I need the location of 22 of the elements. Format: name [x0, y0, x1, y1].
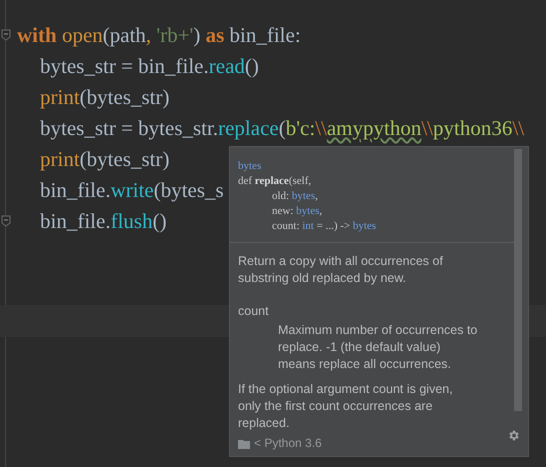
signature-line: bytes — [238, 160, 262, 172]
fold-marker-icon[interactable] — [1, 29, 11, 41]
parameter-description: Maximum number of occurrences to replace. -1 (the default value) means replace all occurrences. — [277, 322, 478, 373]
code-line: print(bytes_str) — [40, 146, 170, 173]
scrollbar[interactable] — [514, 149, 522, 411]
signature-line: def replace(self, — [238, 175, 312, 187]
parameter-name: count — [238, 303, 270, 320]
code-line: bytes_str = bin_file.read() — [40, 52, 259, 80]
code-line: with open(path, 'rb+') as bin_file: — [17, 22, 301, 49]
folder-icon — [238, 438, 250, 448]
code-line: bin_file.write(bytes_s — [40, 176, 224, 204]
settings-icon[interactable] — [507, 429, 520, 442]
summary-text: Return a copy with all occurrences of substring old replaced by new. — [238, 253, 444, 287]
signature-line: new: bytes, — [272, 205, 322, 217]
python-version-link[interactable]: < Python 3.6 — [254, 435, 322, 452]
code-line: print(bytes_str) — [40, 84, 170, 111]
fold-marker-icon[interactable] — [1, 215, 11, 227]
code-line: bytes_str = bytes_str.replace(b'c:\\amypython\\python36\\ — [40, 114, 524, 142]
signature-line: count: int = ...) -> bytes — [272, 220, 376, 232]
note-text: If the optional argument count is given, only the first count occurrences are replaced. — [238, 381, 454, 432]
signature-line: old: bytes, — [272, 190, 318, 202]
code-line: bin_file.flush() — [40, 208, 167, 235]
